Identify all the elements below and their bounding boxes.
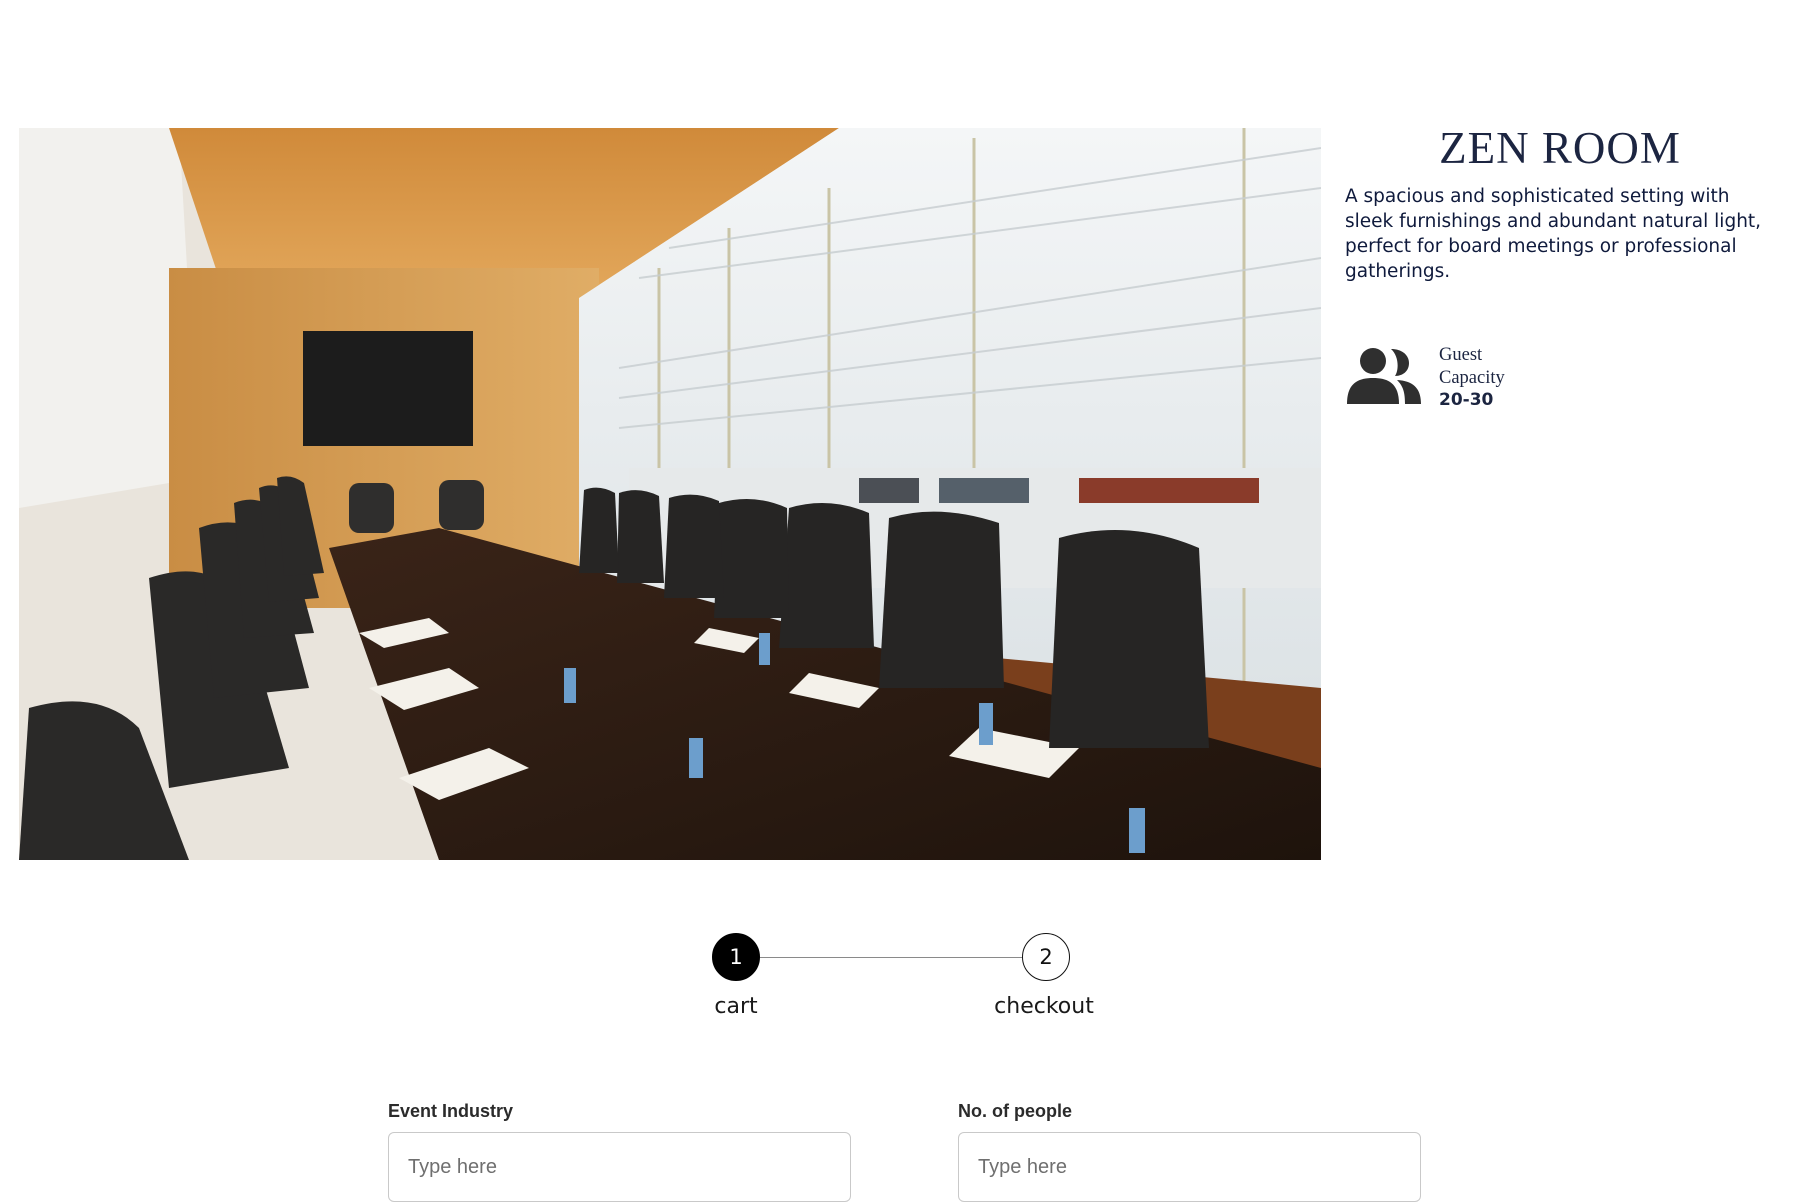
room-photo-illustration [19, 128, 1321, 860]
room-description: A spacious and sophisticated setting wit… [1345, 186, 1762, 282]
step-2-checkout[interactable]: 2 [1022, 933, 1070, 981]
step-1-cart[interactable]: 1 [712, 933, 760, 981]
event-industry-label: Event Industry [388, 1101, 514, 1121]
guest-capacity-label: Guest Capacity [1439, 345, 1505, 388]
people-icon [1345, 346, 1423, 406]
event-industry-input[interactable] [388, 1132, 851, 1202]
step-label-cart: cart [714, 994, 758, 1019]
room-photo [19, 128, 1321, 860]
no-of-people-input[interactable] [958, 1132, 1421, 1202]
step-label-checkout: checkout [994, 994, 1094, 1019]
guest-capacity-value: 20-30 [1439, 390, 1494, 410]
room-title: ZEN ROOM [1439, 123, 1681, 173]
no-of-people-label: No. of people [958, 1101, 1072, 1121]
stepper-connector [760, 957, 1022, 958]
